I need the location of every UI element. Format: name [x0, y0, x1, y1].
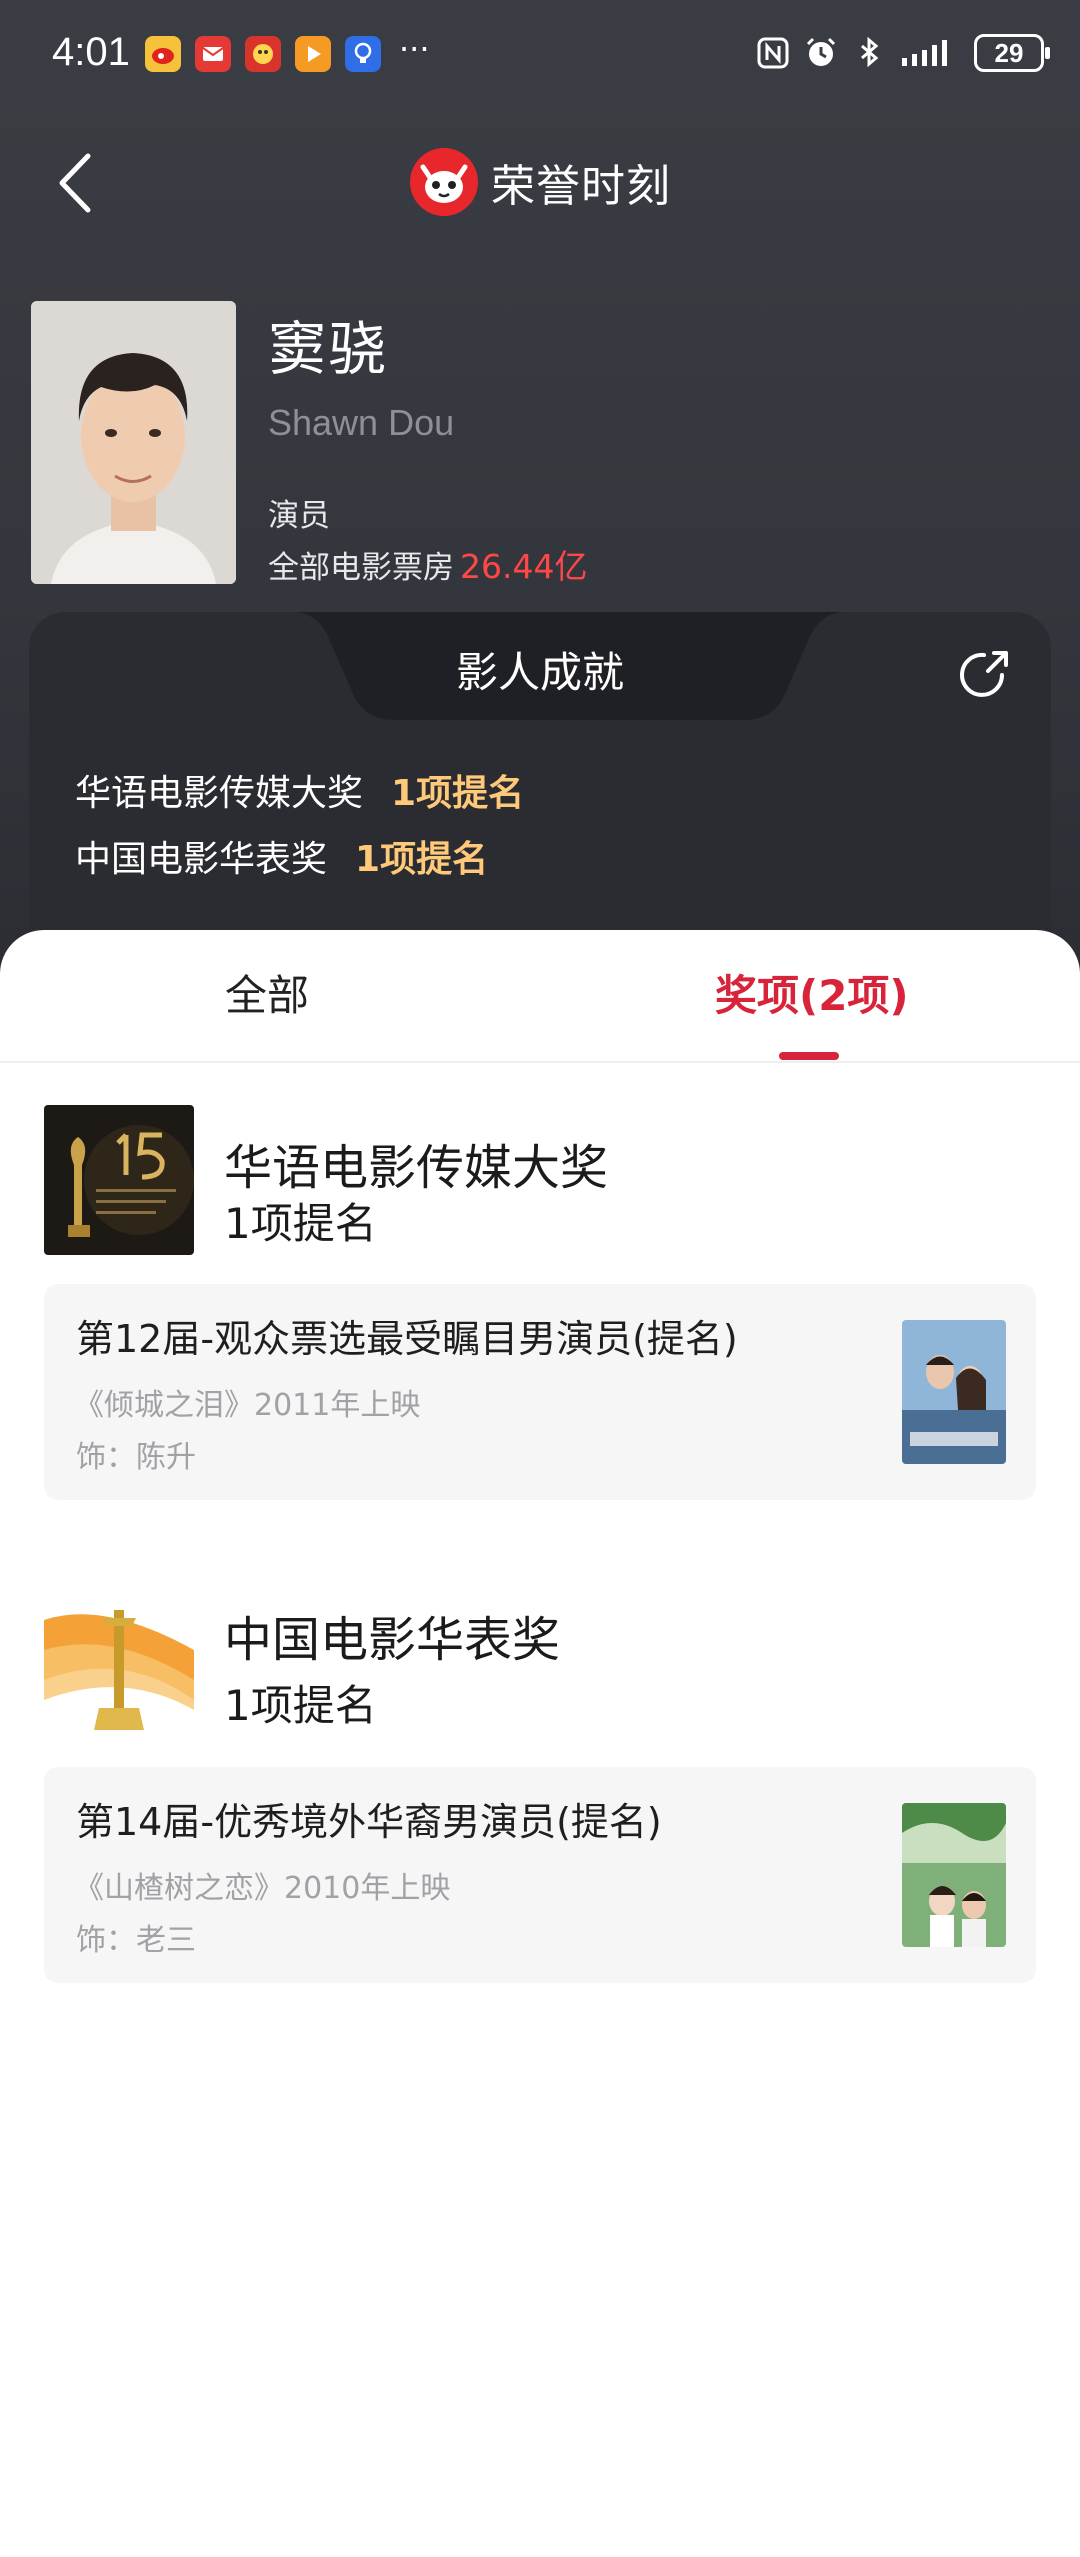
- tab-awards[interactable]: 奖项(2项): [715, 962, 909, 1023]
- actor-role: 演员: [268, 498, 330, 534]
- achievement-award-name: 华语电影传媒大奖: [75, 773, 364, 814]
- nomination-card[interactable]: 第14届-优秀境外华裔男演员(提名) 《山楂树之恋》2010年上映 饰：老三: [44, 1767, 1036, 1983]
- page-title: 荣誉时刻: [491, 161, 671, 212]
- nomination-role: 饰：老三: [76, 1923, 196, 1958]
- system-icons: 29: [756, 34, 1050, 72]
- award-logo-chinese-film-media[interactable]: [44, 1105, 194, 1255]
- achievement-row: 中国电影华表奖 1项提名: [75, 830, 488, 882]
- award-count: 1项提名: [224, 1681, 377, 1730]
- alarm-icon: [806, 37, 836, 66]
- box-office-value: 26.44亿: [460, 547, 588, 586]
- status-time: 4:01: [52, 30, 130, 74]
- bluetooth-icon: [861, 36, 879, 68]
- mail-icon: [195, 36, 231, 72]
- achievement-award-value: 1项提名: [355, 839, 489, 880]
- achievement-row: 华语电影传媒大奖 1项提名: [75, 764, 524, 816]
- box-office: 全部电影票房 26.44亿: [268, 540, 587, 588]
- weibo-icon: [145, 36, 181, 72]
- actor-name-cn: 窦骁: [268, 315, 389, 383]
- tab-indicator: [779, 1052, 839, 1060]
- game-app-icon: [245, 36, 281, 72]
- film-poster[interactable]: [902, 1320, 1006, 1464]
- divider: [0, 1061, 1080, 1063]
- share-icon[interactable]: [954, 645, 1014, 705]
- nomination-role: 饰：陈升: [76, 1440, 196, 1475]
- achievement-award-name: 中国电影华表奖: [75, 839, 328, 880]
- maoyan-cat-logo-icon: [410, 148, 478, 216]
- actor-avatar: [31, 301, 236, 584]
- nomination-film: 《山楂树之恋》2010年上映: [74, 1871, 451, 1906]
- actor-name-en: Shawn Dou: [268, 402, 455, 443]
- achievement-title: 影人成就: [455, 648, 624, 697]
- award-count: 1项提名: [224, 1199, 377, 1248]
- status-bar: 4:01 ··· 29: [0, 0, 1080, 110]
- nomination-card[interactable]: 第12届-观众票选最受瞩目男演员(提名) 《倾城之泪》2011年上映 饰：陈升: [44, 1284, 1036, 1500]
- nomination-title: 第14届-优秀境外华裔男演员(提名): [76, 1800, 662, 1844]
- signal-icon: [902, 40, 947, 66]
- nomination-title: 第12届-观众票选最受瞩目男演员(提名): [76, 1317, 738, 1361]
- nomination-film: 《倾城之泪》2011年上映: [74, 1388, 421, 1423]
- video-play-icon: [295, 36, 331, 72]
- film-poster[interactable]: [902, 1803, 1006, 1947]
- nav-title: 荣誉时刻: [0, 145, 1080, 219]
- notification-icons: ···: [145, 30, 430, 72]
- lightbulb-icon: [345, 36, 381, 72]
- tab-all[interactable]: 全部: [225, 962, 309, 1023]
- award-name: 华语电影传媒大奖: [224, 1140, 609, 1196]
- more-notifications-icon: ···: [399, 30, 430, 68]
- nfc-icon: [757, 37, 789, 69]
- achievement-award-value: 1项提名: [391, 773, 525, 814]
- box-office-label: 全部电影票房: [268, 550, 454, 586]
- battery-indicator: 29: [974, 34, 1050, 72]
- award-name: 中国电影华表奖: [224, 1612, 561, 1668]
- award-logo-huabiao[interactable]: [44, 1590, 194, 1740]
